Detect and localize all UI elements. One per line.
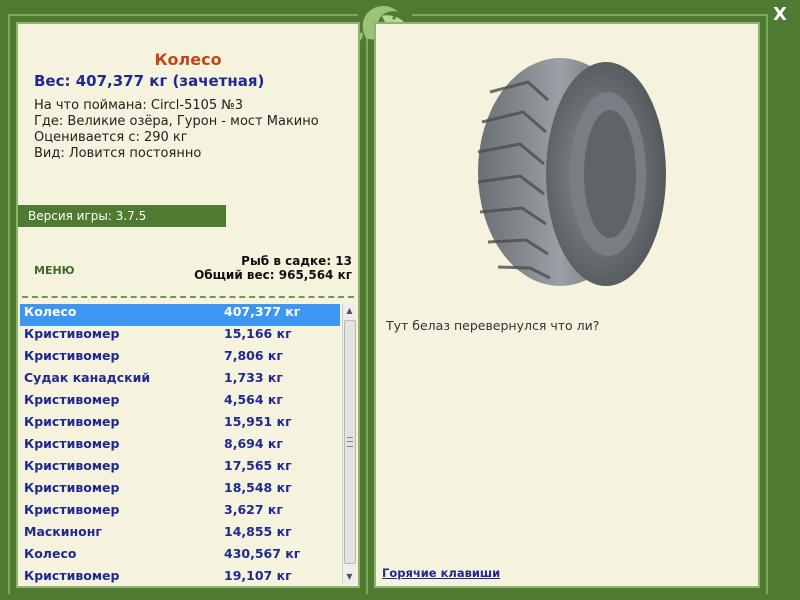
fish-weight-cell: 4,564 кг — [224, 392, 283, 407]
dashed-divider — [22, 296, 354, 298]
fish-name-cell: Маскинонг — [24, 524, 102, 539]
fish-name-cell: Кристивомер — [24, 502, 120, 517]
list-item[interactable]: Кристивомер 17,565 кг — [20, 458, 340, 480]
catch-list[interactable]: Колесо 407,377 кг Кристивомер 15,166 кг Крис… — [20, 304, 340, 586]
fish-name-cell: Кристивомер — [24, 326, 120, 341]
catch-preview-panel: Тут белаз перевернулся что ли? Горячие к… — [374, 22, 760, 588]
scrollbar-thumb[interactable] — [344, 320, 356, 564]
bait-info: На что поймана: Circl-5105 №3 — [34, 98, 244, 113]
rating-info: Оценивается с: 290 кг — [34, 130, 188, 145]
fish-weight-cell: 18,548 кг — [224, 480, 292, 495]
fish-weight-cell: 15,951 кг — [224, 414, 292, 429]
tire-image — [477, 58, 666, 286]
frame-top-line — [8, 14, 358, 16]
catch-comment: Тут белаз перевернулся что ли? — [386, 318, 600, 333]
species-info: Вид: Ловится постоянно — [34, 146, 202, 161]
hotkeys-link[interactable]: Горячие клавиши — [382, 566, 500, 580]
list-item[interactable]: Маскинонг 14,855 кг — [20, 524, 340, 546]
catch-list-scrollbar[interactable]: ▲ ▼ — [342, 304, 356, 584]
list-item[interactable]: Судак канадский 1,733 кг — [20, 370, 340, 392]
game-version-bar: Версия игры: 3.7.5 — [18, 205, 226, 227]
fish-name-cell: Кристивомер — [24, 568, 120, 583]
list-item[interactable]: Кристивомер 7,806 кг — [20, 348, 340, 370]
frame-divider-line — [366, 14, 368, 594]
fish-weight-cell: 7,806 кг — [224, 348, 283, 363]
location-info: Где: Великие озёра, Гурон - мост Макино — [34, 114, 319, 129]
fish-weight-cell: 17,565 кг — [224, 458, 292, 473]
fish-name-cell: Кристивомер — [24, 348, 120, 363]
list-item[interactable]: Колесо 407,377 кг — [20, 304, 340, 326]
fish-weight-cell: 14,855 кг — [224, 524, 292, 539]
list-item[interactable]: Кристивомер 4,564 кг — [20, 392, 340, 414]
grip-icon — [347, 437, 353, 447]
fish-name-cell: Кристивомер — [24, 436, 120, 451]
fish-weight-cell: 8,694 кг — [224, 436, 283, 451]
fish-name-cell: Кристивомер — [24, 480, 120, 495]
list-item[interactable]: Кристивомер 15,951 кг — [20, 414, 340, 436]
close-button[interactable]: X — [770, 4, 790, 26]
fish-name-cell: Кристивомер — [24, 414, 120, 429]
fish-weight-cell: 407,377 кг — [224, 304, 301, 319]
list-item[interactable]: Кристивомер 8,694 кг — [20, 436, 340, 458]
fish-weight-cell: 19,107 кг — [224, 568, 292, 583]
fish-name-cell: Кристивомер — [24, 392, 120, 407]
list-item[interactable]: Кристивомер 15,166 кг — [20, 326, 340, 348]
list-item[interactable]: Кристивомер 18,548 кг — [20, 480, 340, 502]
fish-title: Колесо — [154, 50, 222, 69]
frame-left-line — [8, 14, 10, 594]
catch-info-panel: Колесо Вес: 407,377 кг (зачетная) На что… — [16, 22, 360, 588]
fish-name-cell: Судак канадский — [24, 370, 151, 385]
fish-weight: Вес: 407,377 кг (зачетная) — [34, 72, 265, 90]
scroll-down-icon[interactable]: ▼ — [343, 570, 356, 584]
list-item[interactable]: Колесо 430,567 кг — [20, 546, 340, 568]
x-icon: X — [773, 4, 787, 25]
list-item[interactable]: Кристивомер 19,107 кг — [20, 568, 340, 586]
fish-weight-cell: 15,166 кг — [224, 326, 292, 341]
total-weight: Общий вес: 965,564 кг — [194, 268, 352, 282]
fish-name-cell: Кристивомер — [24, 458, 120, 473]
list-item[interactable]: Кристивомер 3,627 кг — [20, 502, 340, 524]
scroll-up-icon[interactable]: ▲ — [343, 304, 356, 318]
fish-weight-cell: 1,733 кг — [224, 370, 283, 385]
frame-right-line — [766, 14, 768, 594]
fish-name-cell: Колесо — [24, 546, 77, 561]
fish-weight-cell: 3,627 кг — [224, 502, 283, 517]
fish-weight-cell: 430,567 кг — [224, 546, 301, 561]
fish-count: Рыб в садке: 13 — [241, 254, 352, 268]
fish-name-cell: Колесо — [24, 304, 77, 319]
frame-top-line-right — [412, 14, 768, 16]
menu-button[interactable]: МЕНЮ — [34, 264, 75, 277]
